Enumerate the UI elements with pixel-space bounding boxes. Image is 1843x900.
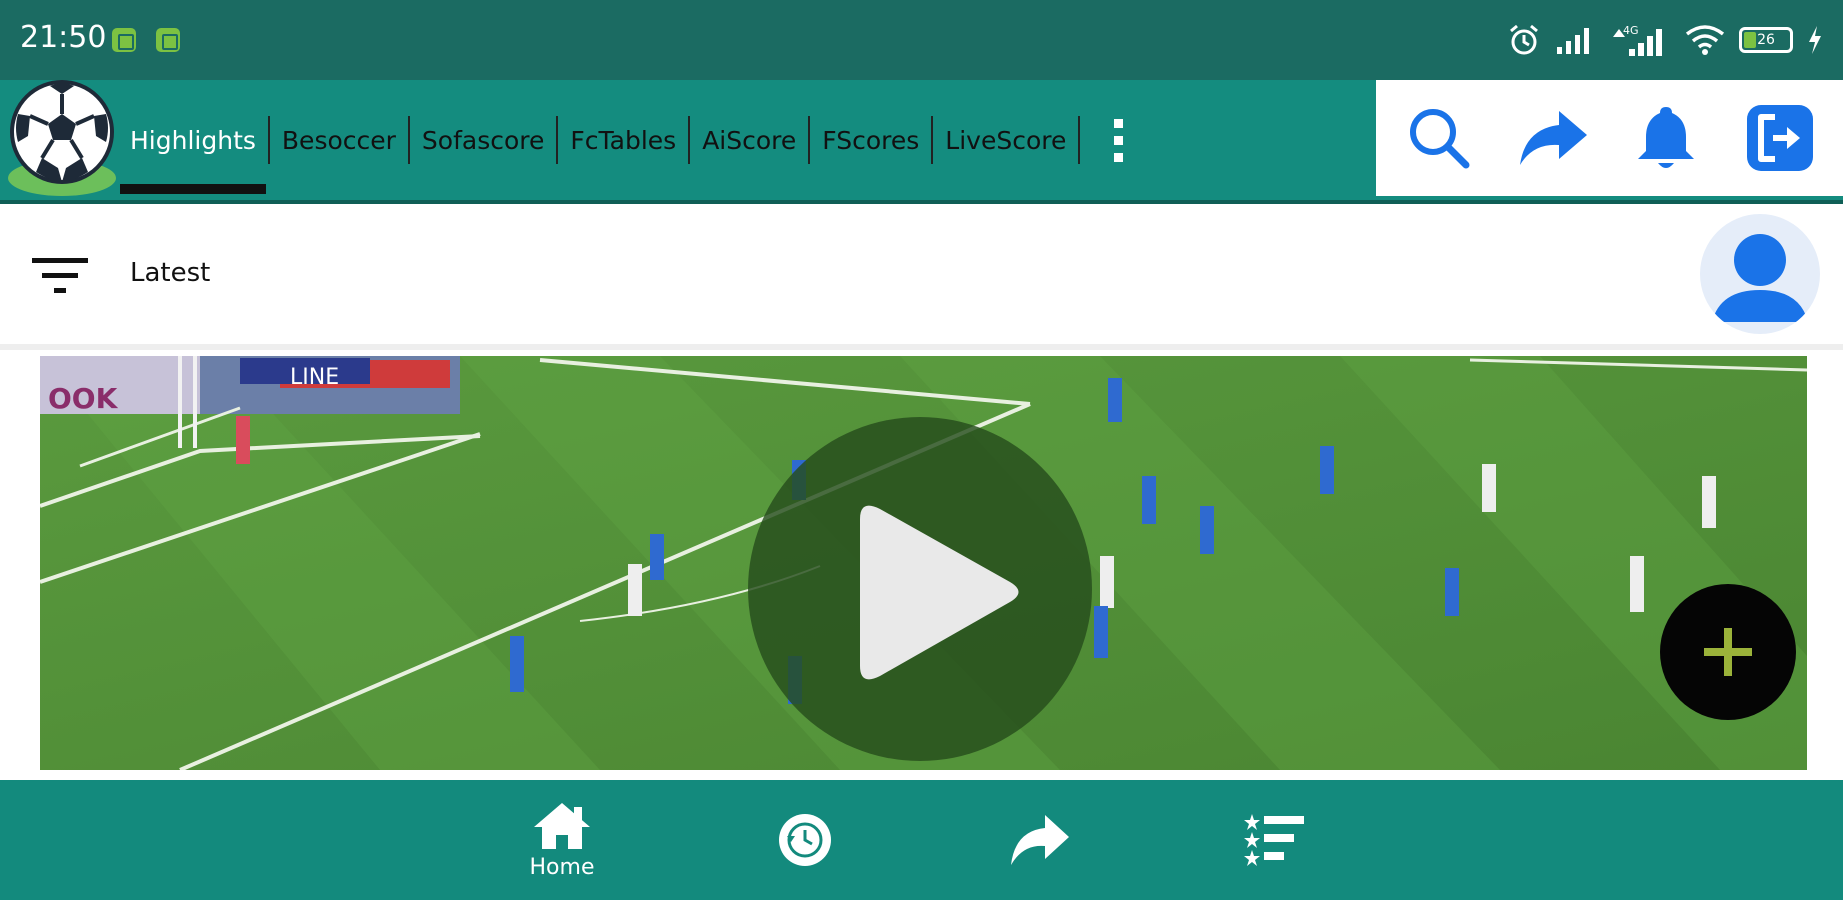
share-icon xyxy=(1519,111,1587,165)
status-bar: 21:50 4G 26 xyxy=(0,0,1843,80)
filter-icon[interactable] xyxy=(30,254,90,298)
nav-home-label: Home xyxy=(529,854,595,880)
tab-label: FcTables xyxy=(570,125,677,155)
soccer-ball-logo-icon[interactable] xyxy=(6,80,118,198)
more-vertical-icon[interactable] xyxy=(1096,80,1140,200)
tab-label: Sofascore xyxy=(421,125,545,155)
alarm-icon xyxy=(1510,24,1538,55)
video-thumbnail[interactable]: OOK LINE xyxy=(40,356,1807,770)
history-icon xyxy=(779,814,831,866)
battery-level: 26 xyxy=(1757,32,1775,48)
signal-4g-icon: 4G xyxy=(1613,24,1662,56)
share-button[interactable] xyxy=(1508,93,1598,183)
battery-icon: 26 xyxy=(1739,27,1793,53)
status-time: 21:50 xyxy=(20,20,107,55)
charging-icon xyxy=(1809,26,1821,54)
network-label: 4G xyxy=(1623,24,1639,37)
nav-history[interactable] xyxy=(740,780,870,900)
tab-bar: Highlights Besoccer Sofascore FcTables A… xyxy=(118,80,1140,200)
tab-label: FScores xyxy=(822,125,920,155)
nav-rankings[interactable] xyxy=(1210,780,1340,900)
play-icon[interactable] xyxy=(745,414,1095,764)
tab-label: LiveScore xyxy=(945,125,1067,155)
video-overlay-text: LINE xyxy=(290,365,339,390)
latest-label[interactable]: Latest xyxy=(130,258,210,288)
tab-fscores[interactable]: FScores xyxy=(810,80,931,200)
tab-label: AiScore xyxy=(702,125,797,155)
exit-icon xyxy=(1747,105,1814,171)
wifi-icon xyxy=(1685,25,1725,55)
tab-sofascore[interactable]: Sofascore xyxy=(410,80,556,200)
notifications-button[interactable] xyxy=(1621,93,1711,183)
ranking-list-icon xyxy=(1244,814,1304,866)
sub-divider xyxy=(0,344,1843,350)
bell-icon xyxy=(1638,107,1695,168)
tab-livescore[interactable]: LiveScore xyxy=(933,80,1078,200)
user-avatar[interactable] xyxy=(1700,214,1820,334)
tab-besoccer[interactable]: Besoccer xyxy=(270,80,408,200)
bottom-nav: Home xyxy=(0,780,1843,900)
nav-home[interactable]: Home xyxy=(497,780,627,900)
signal-icon xyxy=(1557,28,1589,54)
search-icon xyxy=(1409,109,1470,169)
app-notification-icon xyxy=(156,28,180,52)
tab-fctables[interactable]: FcTables xyxy=(558,80,688,200)
logout-button[interactable] xyxy=(1735,93,1825,183)
tab-label: Highlights xyxy=(130,125,256,155)
status-icons: 4G 26 xyxy=(1507,20,1823,60)
tab-separator xyxy=(1078,116,1081,164)
sub-header xyxy=(0,204,1843,344)
nav-share[interactable] xyxy=(975,780,1105,900)
svg-text:OOK: OOK xyxy=(48,382,119,415)
app-notification-icon xyxy=(112,28,136,52)
add-fab-button[interactable] xyxy=(1660,584,1796,720)
search-button[interactable] xyxy=(1394,93,1484,183)
tab-label: Besoccer xyxy=(281,125,396,155)
home-icon xyxy=(534,802,590,849)
tab-highlights[interactable]: Highlights xyxy=(118,80,268,200)
action-panel xyxy=(1376,80,1843,196)
share-icon xyxy=(1011,815,1069,865)
plus-icon xyxy=(1704,628,1752,676)
tab-aiscore[interactable]: AiScore xyxy=(690,80,808,200)
user-avatar-icon xyxy=(1712,234,1808,322)
